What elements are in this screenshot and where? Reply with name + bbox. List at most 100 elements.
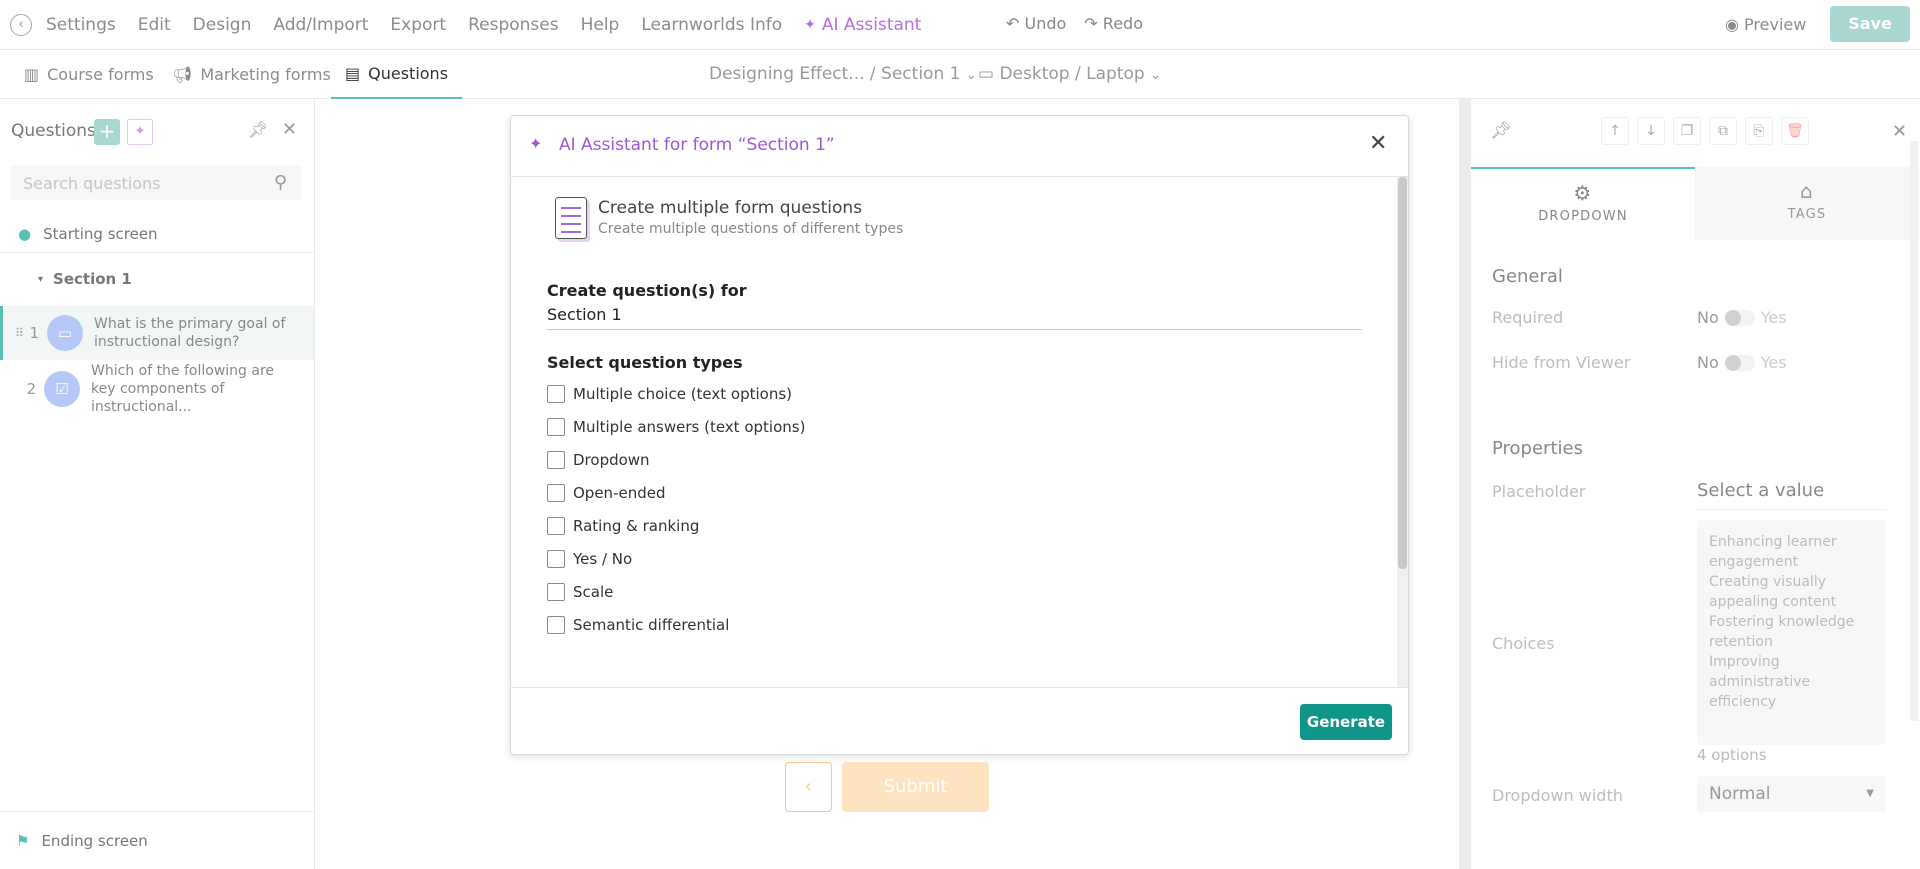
question-item-1[interactable]: ⠿ 1 ▭ What is the primary goal of instru…	[0, 306, 314, 360]
move-up-icon[interactable]: ↑	[1601, 117, 1629, 145]
undo-button[interactable]: ↶ Undo	[1006, 14, 1066, 33]
type-label: Open-ended	[573, 484, 666, 502]
section-label: Section 1	[53, 270, 132, 288]
breadcrumb[interactable]: Designing Effect... / Section 1 ⌄	[709, 64, 977, 84]
required-toggle[interactable]: No Yes	[1697, 308, 1787, 327]
properties-scrollbar[interactable]	[1910, 141, 1918, 721]
menu-export[interactable]: Export	[390, 15, 446, 35]
close-icon[interactable]: ✕	[282, 119, 297, 140]
toggle-switch[interactable]	[1724, 354, 1755, 371]
submit-button[interactable]: Submit	[842, 762, 989, 812]
type-multiple-answers[interactable]: Multiple answers (text options)	[547, 418, 805, 436]
close-icon[interactable]: ✕	[1369, 131, 1387, 156]
question-number: 1	[29, 324, 39, 342]
drag-handle-icon[interactable]: ⠿	[15, 326, 24, 340]
menu-learnworlds-info[interactable]: Learnworlds Info	[641, 15, 782, 35]
tab-course-forms-label: Course forms	[47, 65, 154, 84]
tab-tags[interactable]: ⌂ TAGS	[1695, 167, 1919, 240]
map-pin-icon: ●	[18, 224, 32, 243]
tab-questions-label: Questions	[368, 64, 449, 83]
type-multiple-choice[interactable]: Multiple choice (text options)	[547, 385, 792, 403]
bar-chart-icon: ▥	[24, 65, 40, 84]
type-semantic-differential[interactable]: Semantic differential	[547, 616, 729, 634]
clone-icon[interactable]: ⎘	[1745, 117, 1773, 145]
add-question-button[interactable]: +	[94, 119, 120, 145]
type-label: Dropdown	[573, 451, 650, 469]
menu-design[interactable]: Design	[193, 15, 252, 35]
ai-assistant-modal: ✦ AI Assistant for form “Section 1” ✕ Cr…	[510, 115, 1409, 755]
section-header[interactable]: ▾ Section 1	[0, 265, 314, 293]
caret-down-icon: ▼	[1866, 788, 1874, 799]
ending-screen-item[interactable]: ⚑ Ending screen	[0, 811, 314, 869]
modal-header: ✦ AI Assistant for form “Section 1” ✕	[511, 116, 1408, 177]
menu-settings[interactable]: Settings	[46, 15, 116, 35]
search-box: ⚲	[11, 166, 301, 200]
back-icon[interactable]: ‹	[10, 14, 32, 36]
eye-icon: ◉	[1725, 15, 1745, 34]
preview-button[interactable]: ◉ Preview	[1725, 15, 1806, 34]
menu-help[interactable]: Help	[581, 15, 620, 35]
type-dropdown[interactable]: Dropdown	[547, 451, 650, 469]
hide-toggle[interactable]: No Yes	[1697, 353, 1787, 372]
menu-add-import[interactable]: Add/Import	[273, 15, 368, 35]
properties-tabs: ⚙ DROPDOWN ⌂ TAGS	[1471, 167, 1920, 240]
type-label: Scale	[573, 583, 614, 601]
generate-button[interactable]: Generate	[1300, 704, 1392, 740]
checkbox[interactable]	[547, 550, 565, 568]
type-scale[interactable]: Scale	[547, 583, 613, 601]
move-down-icon[interactable]: ↓	[1637, 117, 1665, 145]
choice-item: Fostering knowledge retention	[1709, 614, 1855, 650]
checkbox[interactable]	[547, 616, 565, 634]
checkbox[interactable]	[547, 385, 565, 403]
trash-icon[interactable]: 🗑︎	[1781, 117, 1809, 145]
checkbox[interactable]	[547, 451, 565, 469]
checkbox[interactable]	[547, 517, 565, 535]
chevron-down-icon: ⌄	[1150, 68, 1161, 83]
tab-dropdown[interactable]: ⚙ DROPDOWN	[1471, 167, 1695, 240]
search-input[interactable]	[11, 166, 251, 200]
placeholder-field[interactable]: Select a value	[1697, 480, 1886, 510]
panel-divider[interactable]	[1459, 99, 1471, 869]
yes-label: Yes	[1760, 308, 1787, 327]
tab-questions[interactable]: ▤ Questions	[331, 50, 463, 99]
tab-marketing-forms[interactable]: 📢︎ Marketing forms	[172, 50, 331, 99]
search-icon[interactable]: ⚲	[274, 172, 287, 193]
no-label: No	[1697, 308, 1719, 327]
redo-button[interactable]: ↷ Redo	[1084, 14, 1143, 33]
pin-icon[interactable]: 📌︎	[248, 120, 268, 139]
sparkle-icon: ✦	[134, 124, 146, 139]
type-open-ended[interactable]: Open-ended	[547, 484, 665, 502]
duplicate-icon[interactable]: ⧉	[1709, 117, 1737, 145]
previous-button[interactable]: ‹	[785, 762, 832, 812]
ai-question-button[interactable]: ✦	[127, 119, 153, 145]
tab-tags-label: TAGS	[1787, 207, 1827, 222]
modal-scrollbar[interactable]	[1397, 177, 1408, 687]
checkbox[interactable]	[547, 484, 565, 502]
checkbox[interactable]	[547, 583, 565, 601]
starting-screen-item[interactable]: ● Starting screen	[0, 215, 314, 253]
copy-icon[interactable]: ❐	[1673, 117, 1701, 145]
menu-edit[interactable]: Edit	[138, 15, 171, 35]
checkbox-type-icon: ☑	[44, 371, 80, 407]
type-label: Rating & ranking	[573, 517, 700, 535]
device-select[interactable]: ▭ Desktop / Laptop ⌄	[978, 64, 1161, 84]
save-button[interactable]: Save	[1830, 6, 1910, 42]
toggle-switch[interactable]	[1724, 309, 1755, 326]
type-yes-no[interactable]: Yes / No	[547, 550, 632, 568]
tab-dropdown-label: DROPDOWN	[1538, 209, 1628, 224]
question-item-2[interactable]: 2 ☑ Which of the following are key compo…	[0, 362, 314, 416]
checkbox[interactable]	[547, 418, 565, 436]
pin-icon[interactable]: 📌︎	[1490, 121, 1512, 141]
menu-responses[interactable]: Responses	[468, 15, 559, 35]
type-label: Yes / No	[573, 550, 633, 568]
megaphone-icon: 📢︎	[172, 65, 193, 84]
scrollbar-thumb[interactable]	[1398, 177, 1407, 569]
close-icon[interactable]: ✕	[1892, 121, 1907, 142]
type-rating-ranking[interactable]: Rating & ranking	[547, 517, 699, 535]
tab-course-forms[interactable]: ▥ Course forms	[24, 50, 154, 99]
menu-ai-assistant-label: AI Assistant	[821, 15, 922, 35]
section-name-input[interactable]	[547, 300, 1362, 330]
choices-textarea[interactable]: Enhancing learner engagement Creating vi…	[1697, 520, 1886, 745]
menu-ai-assistant[interactable]: ✦ AI Assistant	[804, 15, 921, 35]
dropdown-width-select[interactable]: Normal ▼	[1697, 776, 1886, 812]
